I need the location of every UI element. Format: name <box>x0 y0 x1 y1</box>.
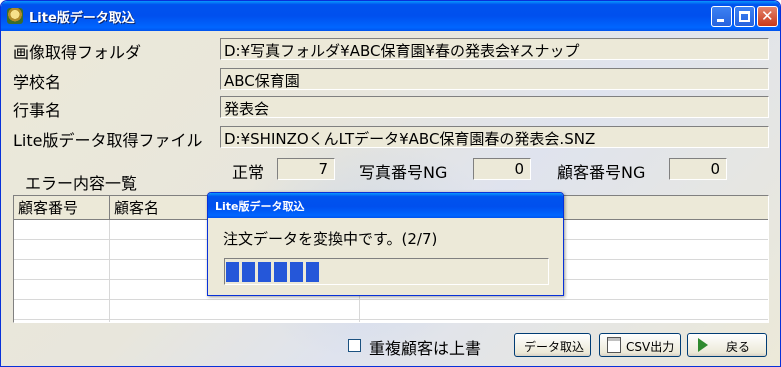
progress-message: 注文データを変換中です。(2/7) <box>223 230 438 248</box>
lite-file-label: Lite版データ取得ファイル <box>13 131 203 150</box>
title-bar[interactable]: Lite版データ取込 ✕ <box>1 1 780 31</box>
back-button[interactable]: 戻る <box>687 333 767 357</box>
minimize-icon <box>717 19 724 22</box>
close-button[interactable]: ✕ <box>757 6 778 27</box>
duplicate-overwrite-checkbox[interactable] <box>348 339 361 352</box>
customer-ng-label: 顧客番号NG <box>557 163 646 182</box>
import-button[interactable]: データ取込 <box>514 333 591 357</box>
progress-bar-fill <box>226 262 319 282</box>
lite-file-field[interactable]: D:¥SHINZOくんLTデータ¥ABC保育園春の発表会.SNZ <box>220 126 769 148</box>
event-label: 行事名 <box>13 101 62 120</box>
duplicate-overwrite-label[interactable]: 重複顧客は上書 <box>369 335 481 359</box>
image-folder-field[interactable]: D:¥写真フォルダ¥ABC保育園¥春の発表会¥スナップ <box>220 38 769 60</box>
back-arrow-icon <box>698 338 708 352</box>
progress-dialog: Lite版データ取込 注文データを変換中です。(2/7) <box>207 192 564 296</box>
customer-ng-value: 0 <box>669 158 727 180</box>
normal-count-label: 正常 <box>232 163 265 182</box>
main-window: Lite版データ取込 ✕ 画像取得フォルダ D:¥写真フォルダ¥ABC保育園¥春… <box>0 0 781 367</box>
window-title: Lite版データ取込 <box>29 11 135 26</box>
event-field[interactable]: 発表会 <box>220 96 769 118</box>
maximize-button[interactable] <box>734 6 755 27</box>
progress-bar <box>224 258 549 285</box>
import-button-label: データ取込 <box>524 340 585 354</box>
image-folder-label: 画像取得フォルダ <box>13 43 142 62</box>
minimize-button[interactable] <box>711 6 732 27</box>
photo-ng-value: 0 <box>473 158 531 180</box>
csv-export-button-label: CSV出力 <box>626 340 675 354</box>
back-button-label: 戻る <box>726 340 751 354</box>
app-icon <box>7 8 23 24</box>
progress-dialog-title: Lite版データ取込 <box>215 200 305 213</box>
normal-count-value: 7 <box>277 158 335 180</box>
close-icon: ✕ <box>761 7 774 25</box>
spreadsheet-icon <box>607 337 621 353</box>
school-field[interactable]: ABC保育園 <box>220 68 769 90</box>
table-row[interactable] <box>14 300 768 320</box>
school-label: 学校名 <box>13 73 62 92</box>
maximize-icon <box>739 11 750 22</box>
photo-ng-label: 写真番号NG <box>359 163 448 182</box>
error-list-title: エラー内容一覧 <box>25 174 138 193</box>
progress-dialog-title-bar[interactable]: Lite版データ取込 <box>208 193 563 218</box>
column-header-customer-number[interactable]: 顧客番号 <box>14 196 110 219</box>
csv-export-button[interactable]: CSV出力 <box>599 333 681 357</box>
